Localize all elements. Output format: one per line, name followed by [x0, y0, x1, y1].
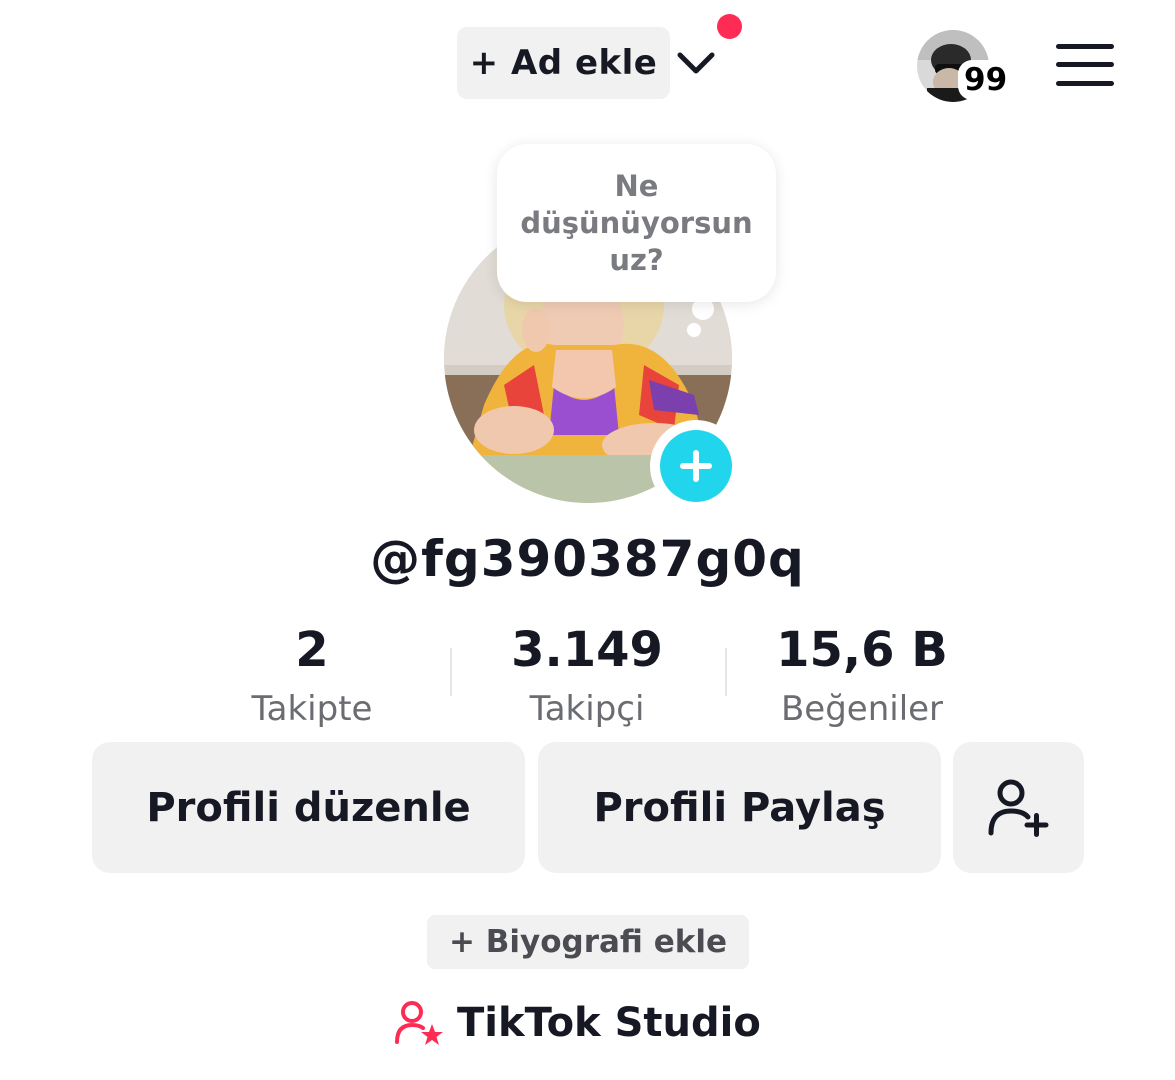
- stat-followers-value: 3.149: [511, 622, 663, 678]
- stat-following-value: 2: [295, 622, 329, 678]
- thought-bubble[interactable]: Ne düşünüyorsun uz?: [497, 144, 776, 302]
- add-user-icon: [988, 779, 1048, 837]
- tiktok-studio-link[interactable]: TikTok Studio: [395, 995, 761, 1051]
- add-friend-button[interactable]: [953, 742, 1084, 873]
- stat-following-label: Takipte: [251, 689, 373, 729]
- add-account-button[interactable]: + Ad ekle: [457, 27, 670, 99]
- username: @fg390387g0q: [370, 530, 805, 588]
- notification-dot: [717, 14, 742, 39]
- menu-icon[interactable]: [1056, 42, 1114, 88]
- bubble-tail-dot-small: [687, 323, 701, 337]
- thought-bubble-text: Ne düşünüyorsun uz?: [520, 168, 753, 277]
- stat-divider: [450, 648, 452, 696]
- stat-likes[interactable]: 15,6 B Beğeniler: [732, 620, 992, 738]
- notification-count-badge: 99: [958, 60, 1014, 100]
- edit-profile-button[interactable]: Profili düzenle: [92, 742, 525, 873]
- stat-likes-label: Beğeniler: [780, 689, 944, 729]
- add-story-button[interactable]: [650, 420, 742, 512]
- chevron-down-icon[interactable]: [676, 45, 716, 81]
- stat-followers[interactable]: 3.149 Takipçi: [457, 620, 717, 738]
- tiktok-studio-label: TikTok Studio: [457, 1000, 761, 1046]
- share-profile-button[interactable]: Profili Paylaş: [538, 742, 941, 873]
- stat-followers-label: Takipçi: [529, 689, 645, 729]
- stat-likes-value: 15,6 B: [776, 622, 948, 678]
- profile-page: + Ad ekle 99 Ne düşünüyorsun uz? @fg3903…: [0, 0, 1175, 1080]
- stat-following[interactable]: 2 Takipte: [182, 620, 442, 738]
- creator-star-icon: [395, 1001, 443, 1045]
- plus-icon: [660, 430, 732, 502]
- add-bio-button[interactable]: + Biyografi ekle: [427, 915, 749, 969]
- stat-divider: [725, 648, 727, 696]
